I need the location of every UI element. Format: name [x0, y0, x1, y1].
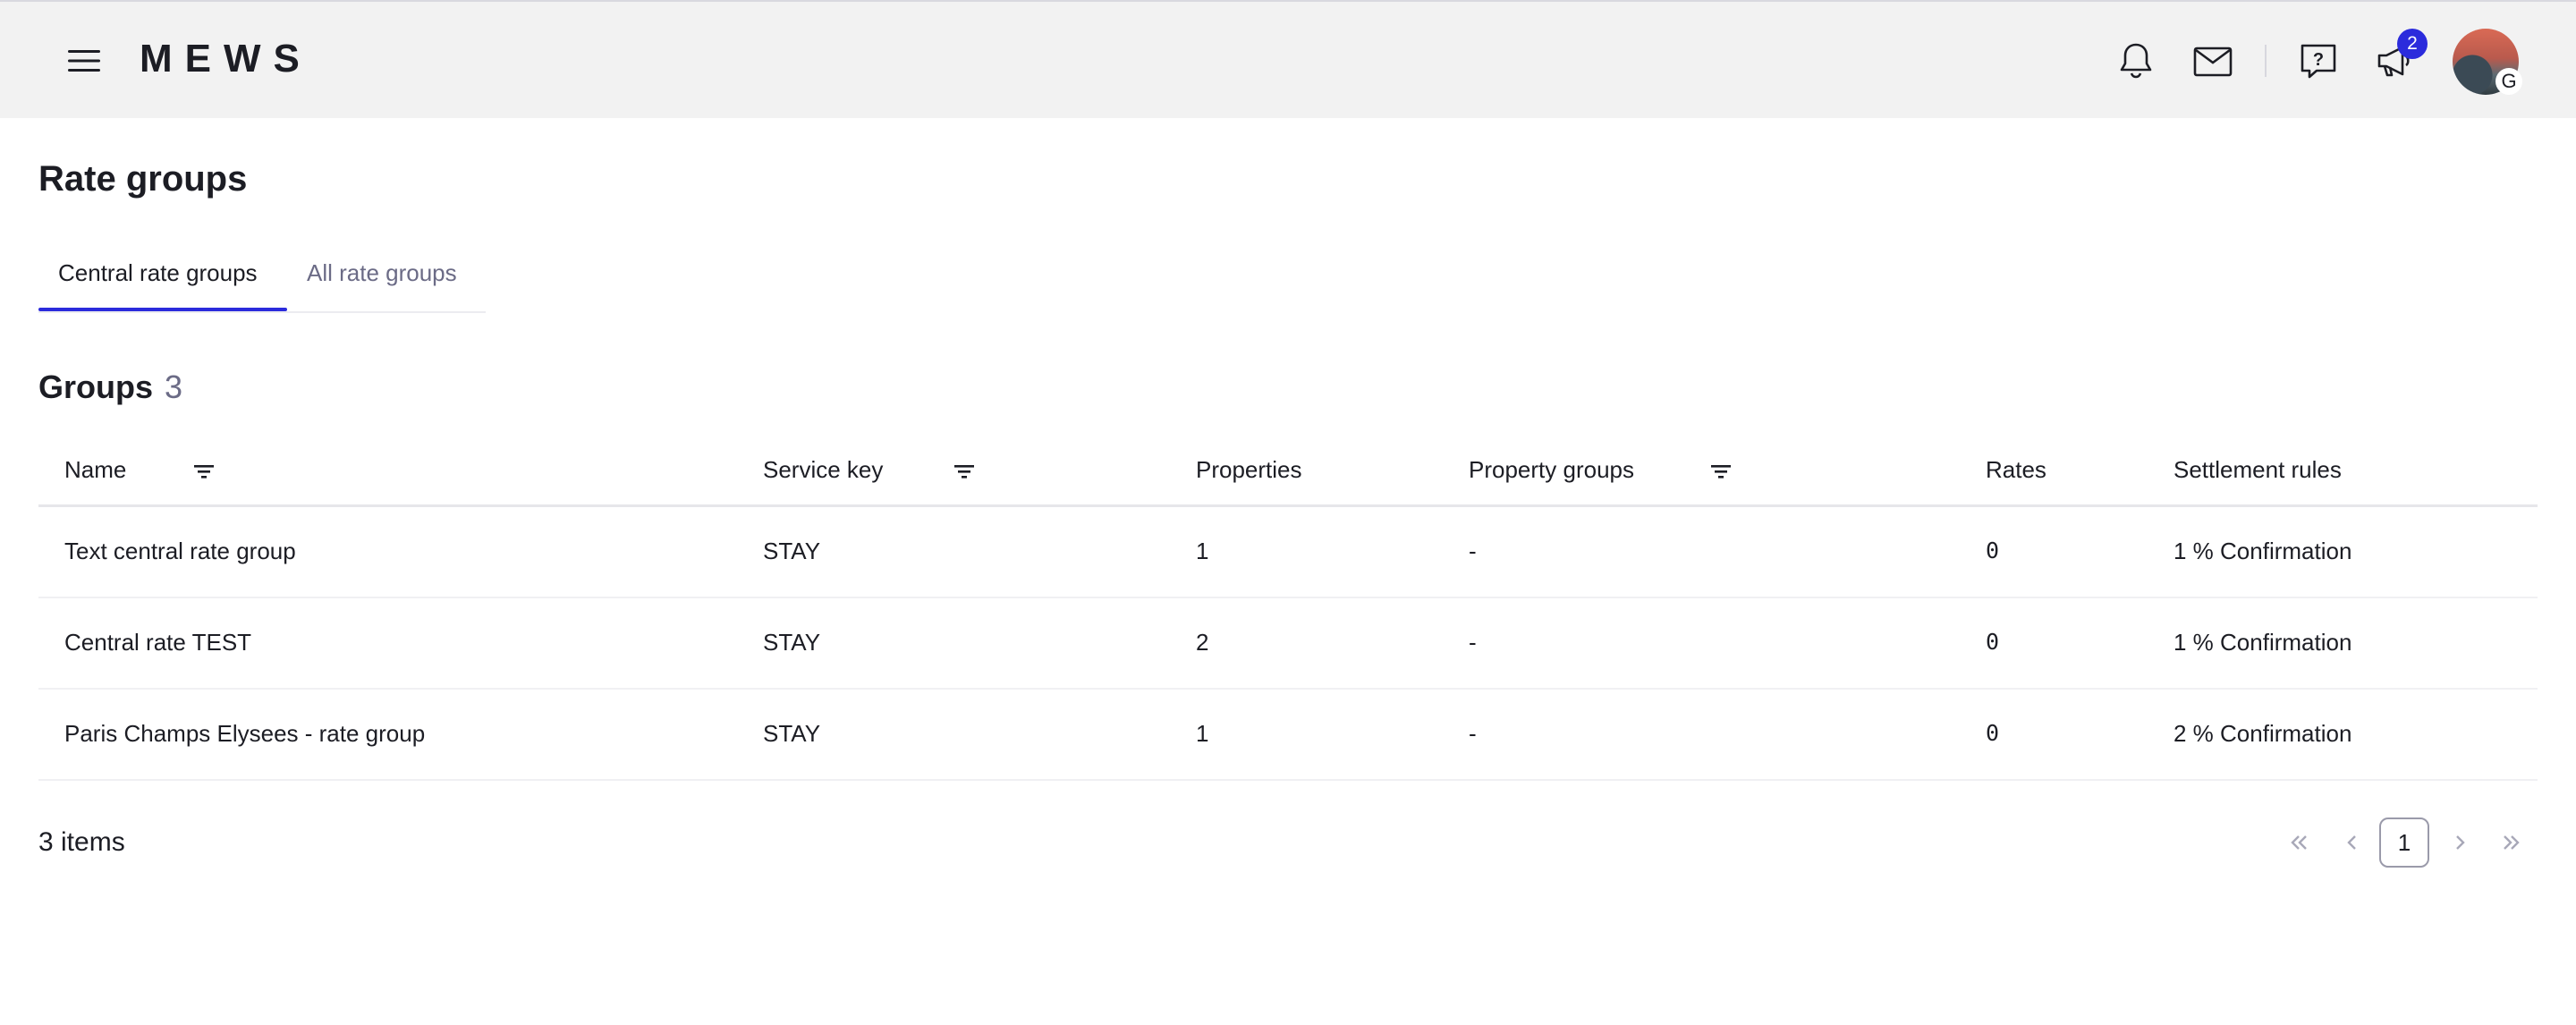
- bell-icon[interactable]: [2113, 38, 2159, 84]
- top-bar: MEWS ? 2 G: [0, 0, 2576, 118]
- cell-rates: 0: [1986, 629, 2000, 655]
- cell-service-key: STAY: [763, 720, 821, 747]
- cell-name: Text central rate group: [64, 538, 296, 564]
- cell-rates: 0: [1986, 720, 2000, 746]
- column-properties[interactable]: Properties: [1196, 456, 1302, 484]
- groups-count: 3: [165, 368, 183, 405]
- cell-properties: 1: [1196, 538, 1209, 564]
- cell-properties: 1: [1196, 720, 1209, 747]
- column-rates[interactable]: Rates: [1986, 456, 2046, 484]
- first-page-icon[interactable]: [2281, 817, 2317, 868]
- table-row[interactable]: Paris Champs Elysees - rate group STAY 1…: [38, 690, 2538, 781]
- logo-text: MEWS: [140, 41, 312, 77]
- column-settlement-rules[interactable]: Settlement rules: [2174, 456, 2342, 484]
- table-row[interactable]: Central rate TEST STAY 2 - 0 1 % Confirm…: [38, 598, 2538, 690]
- next-page-icon[interactable]: [2442, 817, 2478, 868]
- items-count: 3 items: [38, 827, 125, 857]
- cell-rates: 0: [1986, 538, 2000, 563]
- filter-icon[interactable]: [1707, 458, 1734, 485]
- cell-property-groups: -: [1469, 720, 1477, 747]
- last-page-icon[interactable]: [2494, 817, 2529, 868]
- rate-groups-table: Name Service key Properties Property gro…: [38, 438, 2538, 781]
- groups-title: Groups: [38, 368, 154, 405]
- cell-property-groups: -: [1469, 538, 1477, 564]
- mews-logo[interactable]: MEWS: [140, 41, 347, 77]
- cell-property-groups: -: [1469, 629, 1477, 656]
- hamburger-menu-icon[interactable]: [63, 39, 106, 82]
- active-tab-indicator: [38, 308, 287, 311]
- filter-icon[interactable]: [191, 458, 217, 485]
- cell-settlement-rules: 1 % Confirmation: [2174, 629, 2352, 656]
- tab-all-rate-groups[interactable]: All rate groups: [307, 259, 457, 287]
- table-header: Name Service key Properties Property gro…: [38, 438, 2538, 507]
- cell-settlement-rules: 1 % Confirmation: [2174, 538, 2352, 564]
- tab-bar: Central rate groups All rate groups: [38, 250, 486, 313]
- column-name[interactable]: Name: [64, 456, 126, 484]
- cell-name: Paris Champs Elysees - rate group: [64, 720, 426, 747]
- tab-central-rate-groups[interactable]: Central rate groups: [58, 259, 258, 287]
- cell-properties: 2: [1196, 629, 1209, 656]
- table-row[interactable]: Text central rate group STAY 1 - 0 1 % C…: [38, 507, 2538, 598]
- header-divider: [2265, 45, 2267, 77]
- column-service-key[interactable]: Service key: [763, 456, 883, 484]
- cell-name: Central rate TEST: [64, 629, 252, 656]
- notification-badge: 2: [2397, 29, 2428, 59]
- filter-icon[interactable]: [951, 458, 978, 485]
- column-property-groups[interactable]: Property groups: [1469, 456, 1634, 484]
- cell-service-key: STAY: [763, 629, 821, 656]
- cell-service-key: STAY: [763, 538, 821, 564]
- prev-page-icon[interactable]: [2334, 817, 2370, 868]
- svg-text:?: ?: [2313, 50, 2324, 70]
- help-icon[interactable]: ?: [2295, 38, 2342, 84]
- page-title: Rate groups: [38, 159, 248, 199]
- mail-icon[interactable]: [2190, 38, 2236, 84]
- page-number-current[interactable]: 1: [2379, 817, 2429, 868]
- avatar-initial: G: [2496, 68, 2522, 95]
- cell-settlement-rules: 2 % Confirmation: [2174, 720, 2352, 747]
